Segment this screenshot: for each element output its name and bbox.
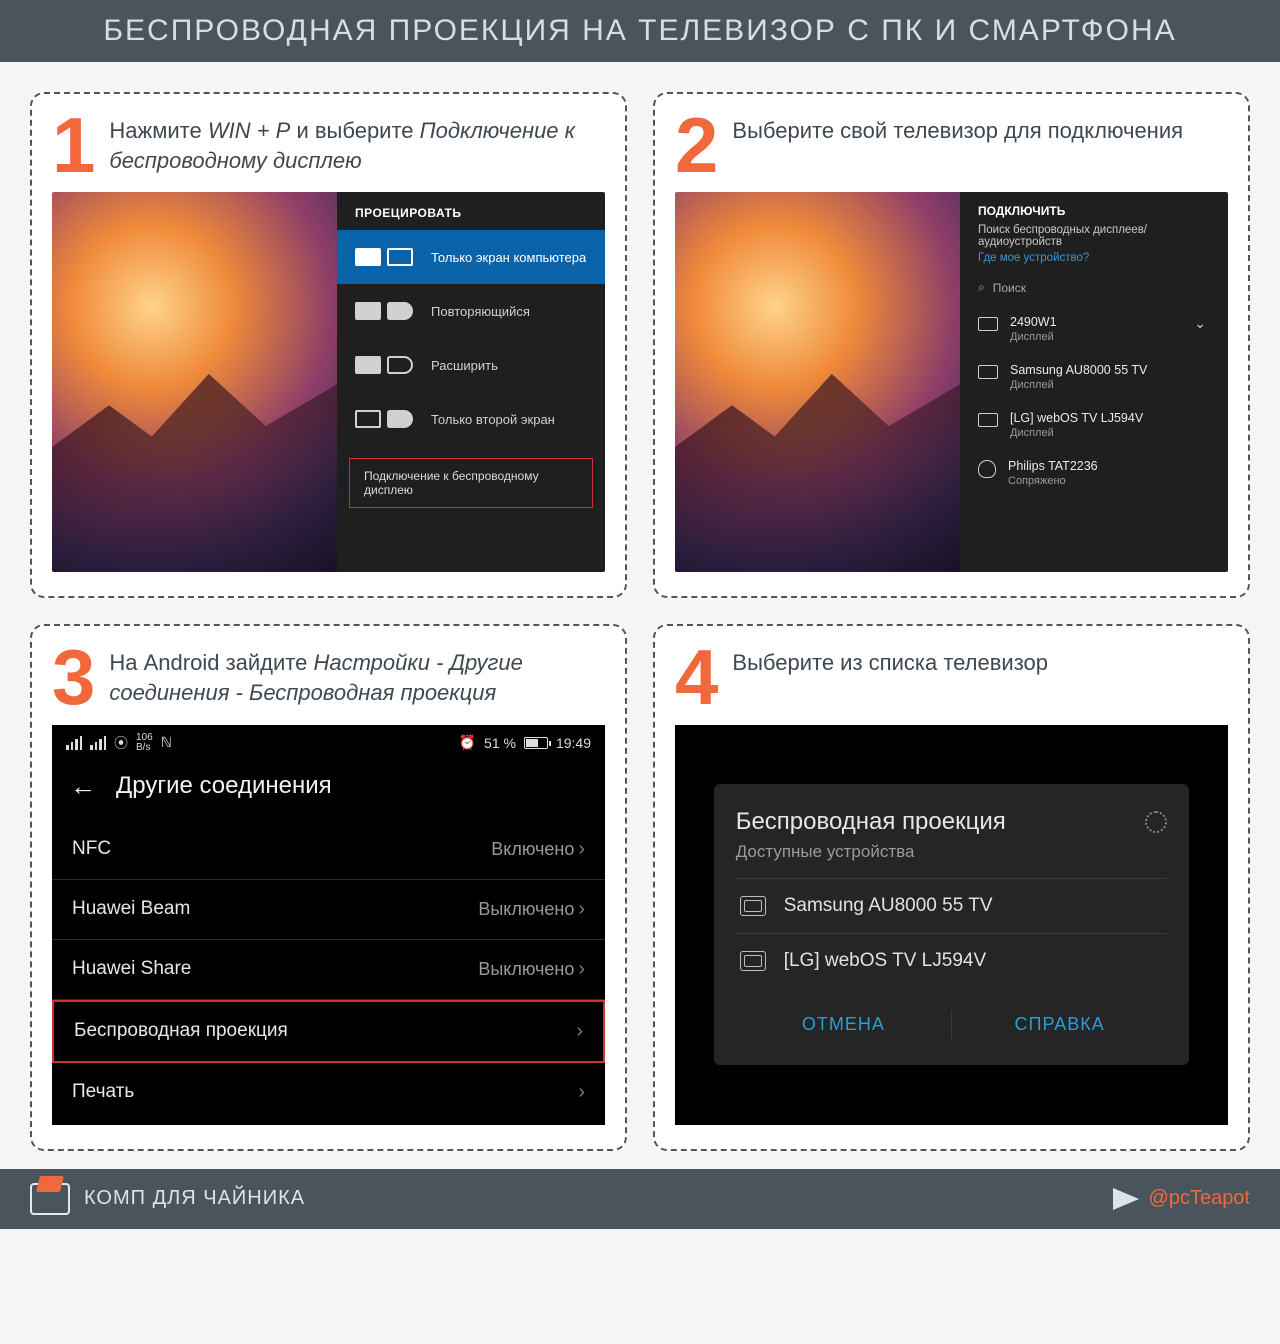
device-samsung[interactable]: Samsung AU8000 55 TVДисплей (974, 353, 1214, 401)
step-1-screenshot: ПРОЕЦИРОВАТЬ Только экран компьютера Пов… (52, 192, 605, 572)
desktop-wallpaper (675, 192, 960, 572)
android-settings-screen: ⦿ 106B/s ℕ ⏰ 51 % 19:49 ← Другие соедине… (52, 725, 605, 1125)
cast-icon (740, 951, 766, 971)
step-1-card: 1 Нажмите WIN + P и выберите Подключение… (30, 92, 627, 598)
connect-title: ПОДКЛЮЧИТЬ (974, 192, 1214, 224)
project-option-duplicate[interactable]: Повторяющийся (337, 284, 605, 338)
chevron-right-icon: › (576, 1020, 583, 1043)
alarm-icon: ⏰ (459, 734, 476, 751)
connect-subtitle: Поиск беспроводных дисплеев/аудиоустройс… (974, 224, 1214, 248)
step-2-number: 2 (675, 114, 718, 176)
step-3-number: 3 (52, 646, 95, 708)
dialog-subtitle: Доступные устройства (736, 842, 1168, 862)
project-option-second-only[interactable]: Только второй экран (337, 392, 605, 446)
connect-wireless-link[interactable]: Подключение к беспроводному дисплею (349, 458, 593, 508)
step-4-number: 4 (675, 646, 718, 708)
step-4-card: 4 Выберите из списка телевизор Беспровод… (653, 624, 1250, 1150)
projection-dialog: Беспроводная проекция Доступные устройст… (714, 784, 1190, 1065)
step-2-caption: Выберите свой телевизор для подключения (732, 114, 1183, 176)
nfc-icon: ℕ (161, 734, 172, 751)
duplicate-icon (355, 302, 413, 320)
row-huawei-beam[interactable]: Huawei Beam Выключено› (52, 880, 605, 940)
row-wireless-projection[interactable]: Беспроводная проекция › (52, 1000, 605, 1063)
step-1-number: 1 (52, 114, 95, 176)
chevron-right-icon: › (578, 958, 585, 981)
search-icon: ⌕ (978, 280, 985, 295)
android-screen-title: ← Другие соединения (52, 761, 605, 820)
device-2490w1[interactable]: 2490W1Дисплей ⌄ (974, 305, 1214, 353)
project-sidebar: ПРОЕЦИРОВАТЬ Только экран компьютера Пов… (337, 192, 605, 572)
project-title: ПРОЕЦИРОВАТЬ (337, 192, 605, 230)
device-philips[interactable]: Philips TAT2236Сопряжено (974, 449, 1214, 497)
row-huawei-share[interactable]: Huawei Share Выключено› (52, 940, 605, 1000)
display-icon (978, 317, 998, 331)
headphones-icon (978, 460, 996, 478)
telegram-link[interactable]: @pcTeapot (1113, 1187, 1250, 1210)
page-title: БЕСПРОВОДНАЯ ПРОЕКЦИЯ НА ТЕЛЕВИЗОР С ПК … (0, 0, 1280, 62)
wifi-icon: ⦿ (114, 733, 128, 753)
pc-only-icon (355, 248, 413, 266)
project-option-pc-only[interactable]: Только экран компьютера (337, 230, 605, 284)
chevron-down-icon: ⌄ (1194, 315, 1210, 332)
android-projection-screen: Беспроводная проекция Доступные устройст… (675, 725, 1228, 1125)
display-icon (978, 413, 998, 427)
step-3-caption: На Android зайдите Настройки - Другие со… (109, 646, 605, 708)
project-option-extend[interactable]: Расширить (337, 338, 605, 392)
device-lg[interactable]: [LG] webOS TV LJ594VДисплей (974, 401, 1214, 449)
step-1-caption: Нажмите WIN + P и выберите Подключение к… (109, 114, 605, 176)
cancel-button[interactable]: ОТМЕНА (736, 998, 951, 1051)
signal-icon (90, 736, 106, 750)
step-4-caption: Выберите из списка телевизор (732, 646, 1048, 708)
where-device-link[interactable]: Где мое устройство? (974, 248, 1214, 276)
chevron-right-icon: › (578, 898, 585, 921)
spinner-icon (1145, 811, 1167, 833)
footer: КОМП ДЛЯ ЧАЙНИКА @pcTeapot (0, 1169, 1280, 1229)
battery-icon (524, 737, 548, 749)
row-print[interactable]: Печать › (52, 1063, 605, 1122)
help-button[interactable]: СПРАВКА (952, 998, 1167, 1051)
dialog-title: Беспроводная проекция (736, 808, 1168, 836)
extend-icon (355, 356, 413, 374)
brand-logo-icon (30, 1183, 70, 1215)
step-2-card: 2 Выберите свой телевизор для подключени… (653, 92, 1250, 598)
telegram-icon (1113, 1188, 1139, 1210)
step-2-screenshot: ПОДКЛЮЧИТЬ Поиск беспроводных дисплеев/а… (675, 192, 1228, 572)
chevron-right-icon: › (578, 1081, 585, 1104)
connect-sidebar: ПОДКЛЮЧИТЬ Поиск беспроводных дисплеев/а… (960, 192, 1228, 572)
back-icon[interactable]: ← (70, 771, 96, 802)
desktop-wallpaper (52, 192, 337, 572)
row-nfc[interactable]: NFC Включено› (52, 820, 605, 880)
second-only-icon (355, 410, 413, 428)
footer-brand: КОМП ДЛЯ ЧАЙНИКА (30, 1183, 305, 1215)
android-status-bar: ⦿ 106B/s ℕ ⏰ 51 % 19:49 (52, 725, 605, 761)
step-3-card: 3 На Android зайдите Настройки - Другие … (30, 624, 627, 1150)
dialog-device-samsung[interactable]: Samsung AU8000 55 TV (736, 878, 1168, 933)
signal-icon (66, 736, 82, 750)
dialog-device-lg[interactable]: [LG] webOS TV LJ594V (736, 933, 1168, 988)
chevron-right-icon: › (578, 838, 585, 861)
search-row[interactable]: ⌕ Поиск (974, 276, 1214, 305)
cast-icon (740, 896, 766, 916)
steps-grid: 1 Нажмите WIN + P и выберите Подключение… (0, 62, 1280, 1169)
display-icon (978, 365, 998, 379)
